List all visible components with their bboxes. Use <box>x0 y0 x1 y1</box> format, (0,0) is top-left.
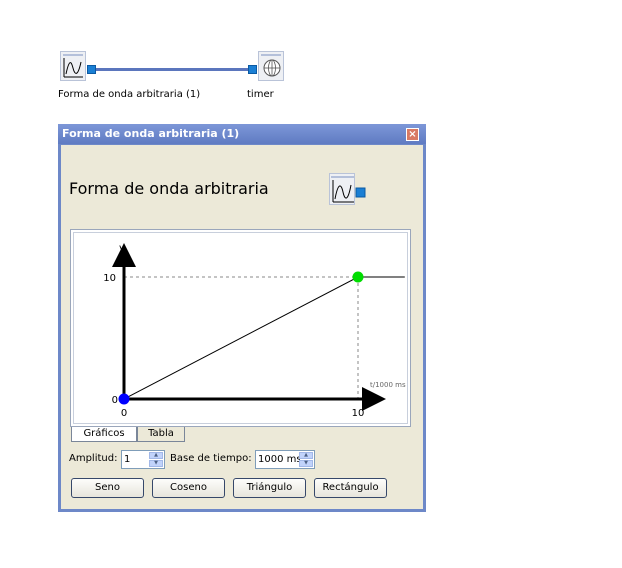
amplitude-label: Amplitud: <box>69 453 118 464</box>
y-tick-label: 10 <box>103 273 116 284</box>
waveform-icon <box>63 54 83 78</box>
waveform-chart[interactable]: 10 00 10 y t/1000 ms <box>74 233 407 423</box>
y-tick-label: 0 <box>112 395 118 406</box>
waveform-icon <box>331 176 366 203</box>
target-block-label: timer <box>247 89 274 100</box>
waveform-preset-buttons: Seno Coseno Triángulo Rectángulo <box>71 478 421 498</box>
rectangle-button[interactable]: Rectángulo <box>314 478 387 498</box>
x-tick-label: 0 <box>121 408 127 419</box>
waveform-chart-frame: 10 0 0 10 y t/1000 ms <box>70 229 411 427</box>
waveform-line <box>123 276 405 400</box>
timebase-down-button[interactable]: ▼ <box>299 460 313 467</box>
parameters-row: Amplitud: ▲ ▼ Base de tiempo: ▲ ▼ <box>69 450 419 470</box>
input-port[interactable] <box>248 65 257 74</box>
close-button[interactable]: × <box>406 128 419 141</box>
timebase-input[interactable] <box>258 452 300 466</box>
y-axis-label: y <box>119 243 125 254</box>
x-tick-label: 10 <box>352 408 365 419</box>
tab-label: Gráficos <box>83 428 125 439</box>
output-port[interactable] <box>87 65 96 74</box>
start-control-point[interactable] <box>118 393 130 405</box>
timebase-spinner[interactable]: ▲ ▼ <box>255 450 315 469</box>
timer-block[interactable] <box>258 51 284 81</box>
cosine-button[interactable]: Coseno <box>152 478 225 498</box>
dialog-title: Forma de onda arbitraria (1) <box>62 127 240 140</box>
sine-button[interactable]: Seno <box>71 478 144 498</box>
amplitude-spinner[interactable]: ▲ ▼ <box>121 450 165 469</box>
waveform-chart-area[interactable]: 10 0 0 10 y t/1000 ms <box>73 232 408 424</box>
timebase-up-button[interactable]: ▲ <box>299 452 313 459</box>
dialog-heading: Forma de onda arbitraria <box>69 179 269 198</box>
waveform-dialog: Forma de onda arbitraria (1) × Forma de … <box>58 124 426 512</box>
globe-icon <box>261 54 281 77</box>
triangle-button[interactable]: Triángulo <box>233 478 306 498</box>
tab-graficos[interactable]: Gráficos <box>71 427 137 442</box>
connection-wire[interactable] <box>96 68 248 71</box>
amplitude-up-button[interactable]: ▲ <box>149 452 163 459</box>
dialog-body: Forma de onda arbitraria 10 0 0 10 y t/1… <box>61 145 423 509</box>
x-axis-label: t/1000 ms <box>370 381 406 389</box>
waveform-preview <box>329 173 366 205</box>
waveform-block[interactable] <box>60 51 86 81</box>
dialog-titlebar[interactable]: Forma de onda arbitraria (1) × <box>58 124 426 144</box>
amplitude-down-button[interactable]: ▼ <box>149 460 163 467</box>
end-control-point[interactable] <box>352 271 364 283</box>
tab-tabla[interactable]: Tabla <box>137 427 185 442</box>
close-icon: × <box>408 129 417 140</box>
timebase-label: Base de tiempo: <box>170 453 252 464</box>
amplitude-input[interactable] <box>124 452 148 466</box>
tab-label: Tabla <box>148 428 174 439</box>
source-block-label: Forma de onda arbitraria (1) <box>58 89 201 100</box>
